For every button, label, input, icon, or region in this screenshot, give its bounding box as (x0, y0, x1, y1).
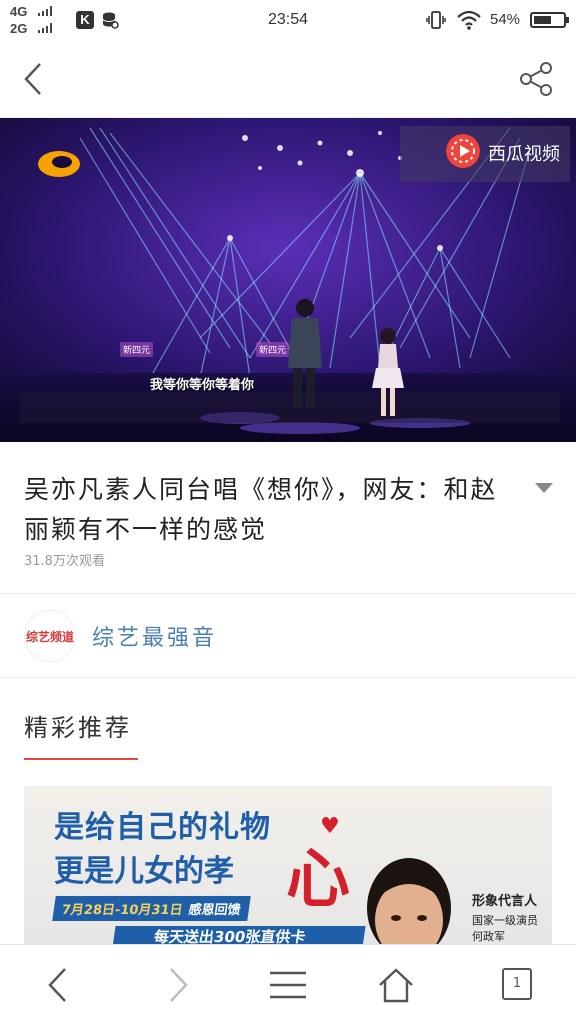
forward-arrow-icon[interactable] (158, 965, 198, 1005)
article-header: 吴亦凡素人同台唱《想你》，网友：和赵丽颖有不一样的感觉 31.8万次观看 (0, 442, 576, 594)
singer-name-tag-left: 新四元 (120, 342, 154, 357)
ad-date-tag: 感恩回馈 (187, 903, 242, 918)
ad-banner[interactable]: 是给自己的礼物 更是儿女的孝 心 ♥ 7月28日-10月31日 感恩回馈 每天送出… (24, 786, 552, 944)
ad-big-char: 心 (286, 842, 350, 917)
battery-percent: 54% (490, 11, 521, 28)
ad-spokesperson-name: 何政军 (472, 930, 505, 943)
ad-spokesperson-title: 形象代言人 (472, 894, 538, 909)
channel-avatar[interactable]: 综艺频道 (24, 610, 76, 662)
share-icon[interactable] (518, 60, 554, 98)
top-nav-bar (0, 40, 576, 118)
wifi-icon (457, 10, 481, 30)
video-title: 吴亦凡素人同台唱《想你》，网友：和赵丽颖有不一样的感觉 (24, 475, 498, 544)
caret-down-icon[interactable] (534, 482, 554, 494)
recommend-underline (24, 758, 138, 760)
tv-station-logo (38, 151, 80, 177)
recommend-heading: 精彩推荐 (24, 714, 132, 742)
back-arrow-icon[interactable] (38, 965, 78, 1005)
ad-date: 7月28日-10月31日 (60, 903, 184, 918)
video-subtitle: 我等你等你等着你 (150, 378, 255, 393)
channel-name[interactable]: 综艺最强音 (92, 620, 217, 652)
ad-line-1: 是给自己的礼物 (54, 810, 271, 845)
ad-line-2: 更是儿女的孝 (54, 854, 234, 889)
watermark-text: 西瓜视频 (488, 144, 560, 165)
ad-promo-ribbon: 每天送出300张直供卡 (112, 926, 366, 944)
battery-icon (530, 12, 569, 28)
channel-row[interactable]: 综艺频道 综艺最强音 (0, 594, 576, 678)
heart-icon: ♥ (320, 814, 340, 839)
ad-spokesperson-desc: 国家一级演员 (472, 914, 538, 927)
tabs-button[interactable]: 1 (502, 968, 532, 1000)
home-icon[interactable] (376, 965, 416, 1005)
ad-date-ribbon: 7月28日-10月31日 感恩回馈 (52, 896, 251, 921)
spokesperson-photo (367, 858, 451, 944)
bottom-nav-bar (0, 944, 576, 1024)
vibrate-icon (426, 11, 446, 29)
status-bar: 4G 2G K 23:54 54% (0, 0, 576, 40)
xigua-logo-icon (446, 134, 480, 168)
menu-icon[interactable] (268, 965, 308, 1005)
chevron-left-icon[interactable] (18, 60, 48, 98)
singer-name-tag-right: 新四元 (256, 342, 290, 357)
view-count: 31.8万次观看 (24, 554, 105, 569)
